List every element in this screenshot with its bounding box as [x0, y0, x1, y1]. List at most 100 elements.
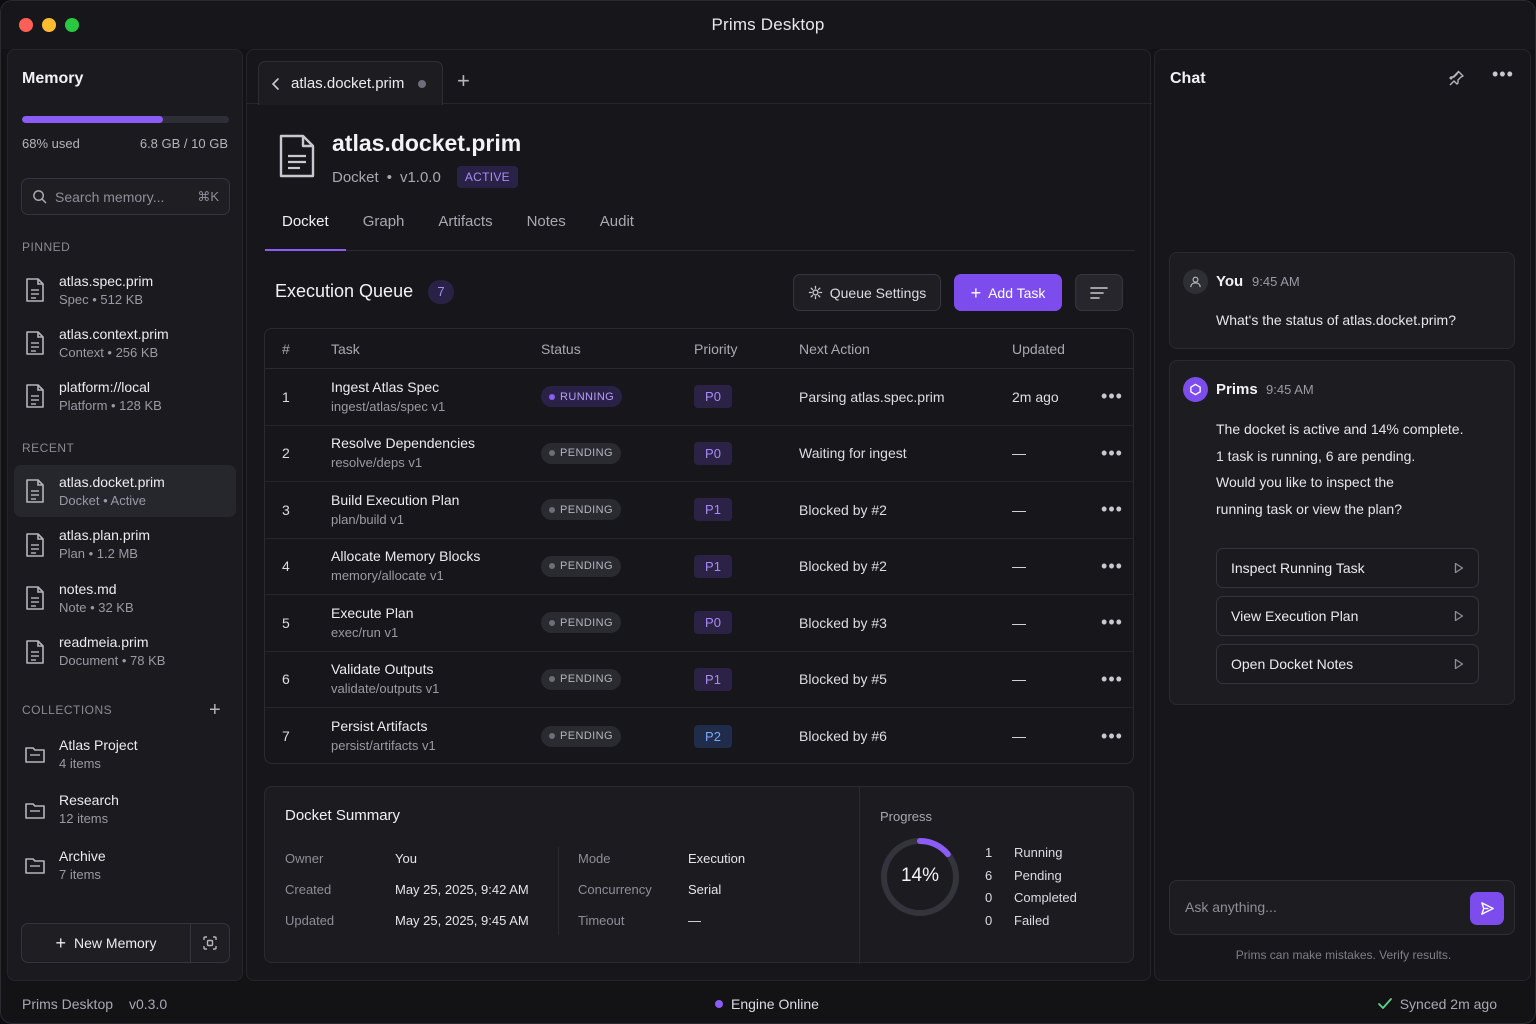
chat-input[interactable]: Ask anything...	[1185, 899, 1277, 915]
send-icon	[1480, 902, 1494, 915]
sidebar-item[interactable]: Atlas Project 4 items	[14, 728, 236, 780]
more-options-icon[interactable]: •••	[1492, 64, 1514, 85]
priority-badge: P0	[694, 441, 732, 465]
progress-stat-label: Completed	[1014, 890, 1077, 905]
chevron-left-icon[interactable]	[271, 77, 281, 91]
queue-settings-button[interactable]: Queue Settings	[793, 274, 941, 311]
tab-notes[interactable]: Notes	[510, 210, 583, 251]
concurrency-label: Concurrency	[578, 882, 652, 897]
tab-docket[interactable]: Docket	[265, 210, 346, 251]
table-row[interactable]: 1 Ingest Atlas Spec ingest/atlas/spec v1 RU…	[265, 369, 1133, 426]
file-icon	[26, 331, 44, 355]
file-icon	[26, 278, 44, 302]
send-button[interactable]	[1470, 892, 1504, 925]
row-menu-icon[interactable]: •••	[1092, 669, 1132, 690]
task-path: resolve/deps v1	[331, 455, 423, 471]
next-action: Waiting for ingest	[799, 445, 907, 462]
table-header: # Task Status Priority Next Action Updated	[265, 329, 1133, 369]
collection-icon	[25, 802, 45, 819]
row-menu-icon[interactable]: •••	[1092, 386, 1132, 407]
timeout-value: —	[688, 913, 701, 928]
minimize-window-button[interactable]	[42, 18, 56, 32]
row-menu-icon[interactable]: •••	[1092, 726, 1132, 747]
suggested-action-button[interactable]: View Execution Plan	[1216, 596, 1479, 636]
suggested-action-button[interactable]: Inspect Running Task	[1216, 548, 1479, 588]
sidebar-item[interactable]: platform://local Platform • 128 KB	[14, 370, 236, 422]
file-icon	[26, 479, 44, 503]
pin-icon[interactable]	[1447, 69, 1465, 87]
priority-cell: P0	[694, 441, 799, 465]
row-menu-icon[interactable]: •••	[1092, 612, 1132, 633]
column-header[interactable]: Status	[541, 341, 694, 357]
sidebar-item[interactable]: atlas.docket.prim Docket • Active	[14, 465, 236, 517]
column-header[interactable]: Task	[331, 341, 541, 357]
search-input[interactable]: Search memory...	[55, 189, 197, 205]
table-row[interactable]: 7 Persist Artifacts persist/artifacts v1 PE…	[265, 708, 1133, 765]
add-task-button[interactable]: + Add Task	[954, 274, 1062, 311]
created-label: Created	[285, 882, 332, 897]
item-meta: 4 items	[59, 755, 101, 771]
chat-panel: Chat ••• You 9:45 AM What's the status o…	[1154, 49, 1531, 981]
updated-time: —	[1012, 671, 1026, 688]
column-header[interactable]: #	[265, 341, 331, 357]
tab-graph[interactable]: Graph	[346, 210, 422, 251]
priority-cell: P1	[694, 554, 799, 578]
user-icon	[1190, 276, 1201, 288]
status-text: PENDING	[560, 616, 613, 629]
engine-status-dot	[715, 1000, 723, 1008]
row-menu-icon[interactable]: •••	[1092, 499, 1132, 520]
table-row[interactable]: 6 Validate Outputs validate/outputs v1 PEND…	[265, 652, 1133, 708]
item-meta: Platform • 128 KB	[59, 397, 162, 413]
suggested-action-button[interactable]: Open Docket Notes	[1216, 644, 1479, 684]
collection-icon	[25, 747, 45, 763]
table-row[interactable]: 5 Execute Plan exec/run v1 PENDING P0 Blocked…	[265, 595, 1133, 652]
table-row[interactable]: 2 Resolve Dependencies resolve/deps v1 PEND…	[265, 426, 1133, 482]
item-name: Research	[59, 792, 119, 808]
user-message-time: 9:45 AM	[1252, 274, 1300, 289]
new-memory-control: + New Memory	[21, 923, 230, 963]
sidebar-item[interactable]: Archive 7 items	[14, 839, 236, 891]
item-name: atlas.docket.prim	[59, 473, 165, 490]
column-header[interactable]: Next Action	[799, 341, 1012, 357]
table-row[interactable]: 4 Allocate Memory Blocks memory/allocate v…	[265, 539, 1133, 595]
add-collection-button[interactable]: +	[209, 700, 221, 720]
next-action: Blocked by #3	[799, 614, 887, 631]
sidebar-item[interactable]: readmeia.prim Document • 78 KB	[14, 626, 236, 678]
sidebar-item[interactable]: notes.md Note • 32 KB	[14, 572, 236, 624]
table-row[interactable]: 3 Build Execution Plan plan/build v1 PENDIN…	[265, 482, 1133, 539]
docket-summary-card: Docket Summary Owner You Created May 25,…	[264, 786, 1134, 964]
document-tabs: Docket Graph Artifacts Notes Audit	[265, 210, 1135, 251]
assistant-message: Prims 9:45 AM The docket is active and 1…	[1169, 360, 1515, 705]
tab-audit[interactable]: Audit	[583, 210, 651, 251]
row-menu-icon[interactable]: •••	[1092, 556, 1132, 577]
row-menu-icon[interactable]: •••	[1092, 443, 1132, 464]
status-pill: PENDING	[541, 725, 621, 747]
sidebar-item[interactable]: atlas.spec.prim Spec • 512 KB	[14, 264, 236, 316]
assistant-name: Prims	[1216, 381, 1258, 398]
file-tab[interactable]: atlas.docket.prim	[258, 61, 443, 105]
suggested-action-label: Inspect Running Task	[1231, 560, 1365, 576]
recent-section-label: RECENT	[22, 441, 75, 455]
close-window-button[interactable]	[19, 18, 33, 32]
import-memory-button[interactable]	[191, 924, 229, 962]
new-memory-button[interactable]: + New Memory	[22, 924, 191, 962]
sidebar-item[interactable]: atlas.context.prim Context • 256 KB	[14, 317, 236, 369]
maximize-window-button[interactable]	[65, 18, 79, 32]
item-name: atlas.spec.prim	[59, 272, 154, 289]
progress-stat-count: 6	[985, 867, 993, 883]
column-header[interactable]: Priority	[694, 341, 799, 357]
column-header[interactable]: Updated	[1012, 341, 1092, 357]
priority-cell: P0	[694, 611, 799, 635]
filter-button[interactable]	[1075, 274, 1123, 311]
sidebar-item[interactable]: Research 12 items	[14, 784, 236, 836]
status-pill: PENDING	[541, 555, 621, 577]
tab-artifacts[interactable]: Artifacts	[421, 210, 509, 251]
priority-badge: P0	[694, 385, 732, 409]
task-number: 6	[282, 671, 290, 688]
sidebar-item[interactable]: atlas.plan.prim Plan • 1.2 MB	[14, 519, 236, 571]
user-message: You 9:45 AM What's the status of atlas.d…	[1169, 252, 1515, 349]
new-tab-button[interactable]: +	[457, 68, 470, 94]
search-memory-field[interactable]: Search memory... ⌘K	[21, 178, 230, 215]
priority-badge: P1	[694, 554, 732, 578]
item-name: Atlas Project	[59, 736, 138, 753]
